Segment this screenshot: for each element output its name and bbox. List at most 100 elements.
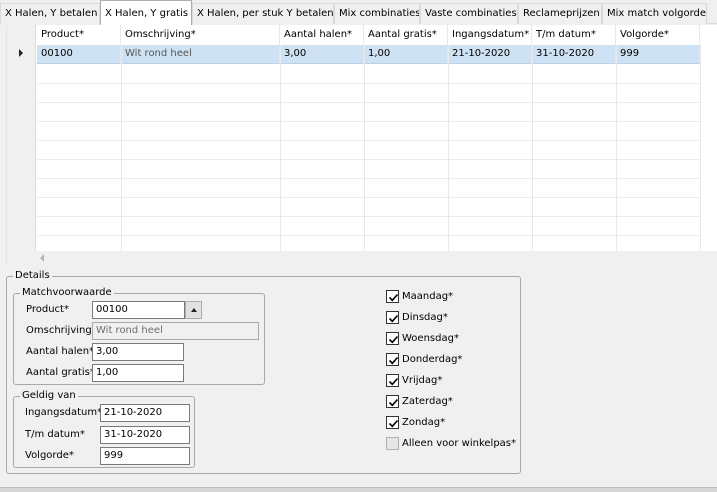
checkbox-donderdag[interactable]	[386, 353, 399, 366]
ingangsdatum-label: Ingangsdatum*	[25, 407, 103, 418]
column-header-label: Product*	[41, 29, 84, 40]
checkbox-label-maandag[interactable]: Maandag*	[402, 291, 453, 303]
tm-datum-label: T/m datum*	[25, 429, 85, 440]
tab-label: Vaste combinaties	[425, 8, 517, 19]
checkbox-label-alleen-voor-winkelpas[interactable]: Alleen voor winkelpas*	[402, 438, 516, 450]
grid-row-line	[37, 83, 700, 84]
column-header-product[interactable]: Product*	[37, 25, 121, 45]
checkbox-maandag[interactable]	[386, 290, 399, 303]
cell-ingangsdatum[interactable]: 21-10-2020	[448, 45, 532, 64]
cell-volgorde[interactable]: 999	[616, 45, 700, 64]
tab-reclameprijzen[interactable]: Reclameprijzen	[518, 3, 602, 24]
checkmark-icon	[388, 356, 399, 365]
aantal-halen-field[interactable]: 3,00	[92, 343, 184, 361]
checkmark-icon	[388, 419, 399, 428]
table-row[interactable]: 00100 Wit rond heel 3,00 1,00 21-10-2020…	[37, 45, 700, 64]
geldig-van-legend: Geldig van	[20, 390, 78, 402]
column-header-ingangsdatum[interactable]: Ingangsdatum*	[448, 25, 532, 45]
bottom-border	[0, 487, 717, 492]
column-header-omschrijving[interactable]: Omschrijving*	[121, 25, 280, 45]
aantal-gratis-field[interactable]: 1,00	[92, 364, 184, 382]
grid-row-line	[37, 159, 700, 160]
checkbox-label-woensdag[interactable]: Woensdag*	[402, 333, 459, 345]
tab-strip: X Halen, Y betalen X Halen, Y gratis X H…	[0, 0, 717, 25]
product-field[interactable]: 00100	[92, 301, 185, 319]
checkbox-label-zondag[interactable]: Zondag*	[402, 417, 445, 429]
checkbox-alleen-voor-winkelpas[interactable]	[386, 437, 399, 450]
tab-label: Reclameprijzen	[523, 8, 600, 19]
horizontal-scrollbar[interactable]	[7, 251, 717, 265]
checkbox-dinsdag[interactable]	[386, 311, 399, 324]
cell-product[interactable]: 00100	[37, 45, 121, 64]
tab-x-halen-y-gratis[interactable]: X Halen, Y gratis	[100, 0, 192, 25]
tab-x-halen-y-betalen[interactable]: X Halen, Y betalen	[0, 3, 100, 24]
column-header-volgorde[interactable]: Volgorde*	[616, 25, 700, 45]
column-header-label: Aantal halen*	[284, 29, 353, 40]
checkmark-icon	[388, 314, 399, 323]
checkmark-icon	[388, 335, 399, 344]
checkmark-icon	[388, 398, 399, 407]
checkbox-label-dinsdag[interactable]: Dinsdag*	[402, 312, 448, 324]
column-header-label: Omschrijving*	[125, 29, 196, 40]
omschrijving-label: Omschrijving*	[26, 325, 97, 336]
tab-label: Mix match volgorde	[607, 8, 707, 19]
grid-column-line	[364, 45, 365, 252]
row-header-gutter	[7, 25, 36, 251]
grid-column-line	[700, 45, 701, 252]
tab-label: X Halen, per stuk Y betalen	[197, 8, 334, 19]
aantal-halen-label: Aantal halen*	[26, 346, 95, 357]
grid-row-line	[37, 197, 700, 198]
data-grid: Product* Omschrijving* Aantal halen* Aan…	[6, 25, 717, 265]
cell-aantal-gratis[interactable]: 1,00	[364, 45, 448, 64]
volgorde-field[interactable]: 999	[100, 447, 190, 465]
scroll-left-icon[interactable]	[40, 254, 44, 262]
checkbox-woensdag[interactable]	[386, 332, 399, 345]
grid-row-line	[37, 216, 700, 217]
checkbox-vrijdag[interactable]	[386, 374, 399, 387]
tab-mix-match-volgorde[interactable]: Mix match volgorde	[602, 3, 707, 24]
tab-label: X Halen, Y gratis	[105, 8, 189, 19]
grid-column-line	[280, 45, 281, 252]
cell-omschrijving[interactable]: Wit rond heel	[121, 45, 280, 64]
column-header-label: Ingangsdatum*	[452, 29, 530, 40]
tm-datum-field[interactable]: 31-10-2020	[100, 426, 190, 444]
details-legend: Details	[13, 270, 52, 282]
aantal-gratis-label: Aantal gratis*	[26, 367, 95, 378]
tab-x-halen-per-stuk-y-betalen[interactable]: X Halen, per stuk Y betalen	[192, 3, 334, 24]
cell-aantal-halen[interactable]: 3,00	[280, 45, 364, 64]
column-header-label: T/m datum*	[536, 29, 596, 40]
volgorde-label: Volgorde*	[25, 450, 74, 461]
checkbox-zaterdag[interactable]	[386, 395, 399, 408]
tab-mix-combinaties[interactable]: Mix combinaties	[334, 3, 420, 24]
checkbox-zondag[interactable]	[386, 416, 399, 429]
cell-tm-datum[interactable]: 31-10-2020	[532, 45, 616, 64]
column-header-label: Volgorde*	[620, 29, 669, 40]
product-label: Product*	[26, 304, 69, 315]
arrow-up-icon	[191, 308, 197, 312]
checkmark-icon	[388, 377, 399, 386]
omschrijving-field: Wit rond heel	[92, 322, 259, 340]
grid-row-line	[37, 140, 700, 141]
grid-row-line	[37, 121, 700, 122]
grid-column-line	[616, 45, 617, 252]
grid-column-line	[448, 45, 449, 252]
tab-vaste-combinaties[interactable]: Vaste combinaties	[420, 3, 518, 24]
grid-row-line	[37, 102, 700, 103]
column-header-label: Aantal gratis*	[368, 29, 437, 40]
grid-row-line	[37, 178, 700, 179]
column-header-tm-datum[interactable]: T/m datum*	[532, 25, 616, 45]
checkbox-label-vrijdag[interactable]: Vrijdag*	[402, 375, 442, 387]
grid-column-line	[532, 45, 533, 252]
ingangsdatum-field[interactable]: 21-10-2020	[100, 404, 190, 422]
product-lookup-button[interactable]	[185, 301, 202, 319]
grid-column-line	[121, 45, 122, 252]
tab-label: Mix combinaties	[339, 8, 420, 19]
grid-row-line	[37, 235, 700, 236]
checkbox-label-zaterdag[interactable]: Zaterdag*	[402, 396, 453, 408]
column-header-aantal-halen[interactable]: Aantal halen*	[280, 25, 364, 45]
column-header-aantal-gratis[interactable]: Aantal gratis*	[364, 25, 448, 45]
checkbox-label-donderdag[interactable]: Donderdag*	[402, 354, 462, 366]
checkmark-icon	[388, 293, 399, 302]
tab-label: X Halen, Y betalen	[5, 8, 98, 19]
matchvoorwaarde-legend: Matchvoorwaarde	[20, 287, 114, 299]
